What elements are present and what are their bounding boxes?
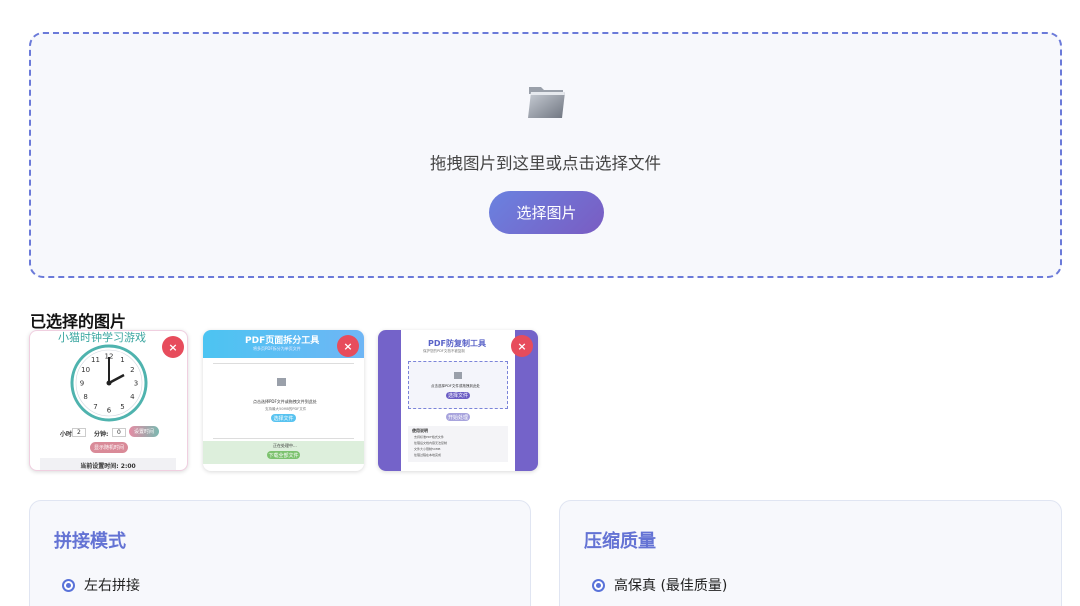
- radio-option-high-fidelity[interactable]: 高保真 (最佳质量): [592, 575, 727, 595]
- thumbnail-drop-text: 点击选择PDF文件或拖拽文件到此处: [253, 399, 317, 404]
- clock-number: 4: [130, 393, 135, 401]
- remove-image-button[interactable]: ×: [162, 336, 184, 358]
- radio-option-label: 高保真 (最佳质量): [614, 578, 728, 594]
- radio-selected-icon[interactable]: [62, 578, 75, 592]
- thumbnail-download-button: 下载全部文件: [267, 451, 300, 459]
- thumbnail-hint: 支持最大50MB的PDF文件: [265, 407, 307, 411]
- thumbnail-pdf-protect: PDF防复制工具 保护您的PDF文档不被复制 点击选择PDF文件或拖拽到此处 选…: [378, 330, 538, 471]
- clock-number: 3: [134, 380, 138, 388]
- dropzone-instruction: 拖拽图片到这里或点击选择文件: [430, 154, 661, 173]
- thumbnail-status-text: 正在处理中...: [273, 443, 297, 448]
- minute-label: 分钟:: [94, 431, 109, 438]
- thumbnail-drop-text: 点击选择PDF文件或拖拽到此处: [431, 384, 480, 388]
- remove-image-button[interactable]: ×: [511, 335, 533, 357]
- stitch-mode-card: 拼接模式 左右拼接: [29, 500, 531, 606]
- thumbnail-process-button: 开始处理: [446, 413, 470, 421]
- thumbnail-note: 处理后文档内容无法复制: [414, 441, 448, 445]
- current-time-text: 当前设置时间: 2:00: [40, 458, 176, 470]
- random-time-button: 显示随机时间: [90, 442, 128, 453]
- folder-icon: [528, 87, 565, 118]
- thumbnail-note: 处理过程在本地完成: [414, 453, 442, 457]
- clock-number: 5: [120, 403, 124, 411]
- select-image-button[interactable]: 选择图片: [489, 191, 604, 234]
- compression-quality-card: 压缩质量 高保真 (最佳质量): [559, 500, 1062, 606]
- clock-number: 11: [91, 356, 100, 364]
- radio-selected-icon[interactable]: [592, 578, 605, 592]
- clock-number: 7: [93, 403, 97, 411]
- thumbnail-select-button: 选择文件: [446, 392, 470, 399]
- stitch-mode-title: 拼接模式: [54, 531, 126, 552]
- thumbnail-pdf-split: PDF页面拆分工具 将多页PDF拆分为单页文件 点击选择PDF文件或拖拽文件到此…: [203, 330, 364, 471]
- thumbnail-title: PDF防复制工具: [428, 339, 486, 348]
- thumbnail-subtitle: 将多页PDF拆分为单页文件: [253, 346, 301, 351]
- thumbnail-title: PDF页面拆分工具: [245, 336, 320, 346]
- compression-quality-title: 压缩质量: [584, 531, 656, 552]
- upload-dropzone[interactable]: 拖拽图片到这里或点击选择文件 选择图片: [29, 32, 1062, 278]
- clock-number: 2: [130, 366, 134, 374]
- page: 拖拽图片到这里或点击选择文件 选择图片 已选择的图片 小猫时钟学习游戏 12 1 2…: [0, 0, 1080, 606]
- thumbnail-note: 文件大小限制50MB: [414, 447, 441, 451]
- clock-number: 8: [83, 393, 87, 401]
- clock-number: 1: [120, 356, 124, 364]
- clock-number: 9: [80, 380, 84, 388]
- selected-images-heading: 已选择的图片: [30, 312, 127, 331]
- radio-option-label: 左右拼接: [84, 578, 140, 594]
- clock-illustration: 12 1234567891011: [70, 344, 148, 422]
- minute-value: 0: [112, 428, 126, 437]
- thumbnail-note: 支持标准PDF格式文件: [414, 435, 444, 439]
- thumbnail-subtitle: 保护您的PDF文档不被复制: [423, 349, 465, 353]
- remove-image-button[interactable]: ×: [337, 335, 359, 357]
- set-time-button: 设置时间: [129, 426, 159, 437]
- clock-number: 10: [81, 366, 90, 374]
- thumbnail-select-button: 选择文件: [271, 414, 296, 422]
- thumbnail-clock-game: 小猫时钟学习游戏 12 1 2 3 4 5 6 7 8 9 10 11 小时: 2 分钟: 0 设置时…: [29, 330, 188, 471]
- clock-number: 6: [107, 407, 112, 415]
- radio-option-horizontal[interactable]: 左右拼接: [62, 575, 140, 595]
- thumbnail-folder-icon: [454, 372, 462, 379]
- thumbnail-folder-icon: [277, 378, 286, 386]
- thumbnail-notes-title: 使用说明: [412, 428, 428, 433]
- hour-value: 2: [72, 428, 86, 437]
